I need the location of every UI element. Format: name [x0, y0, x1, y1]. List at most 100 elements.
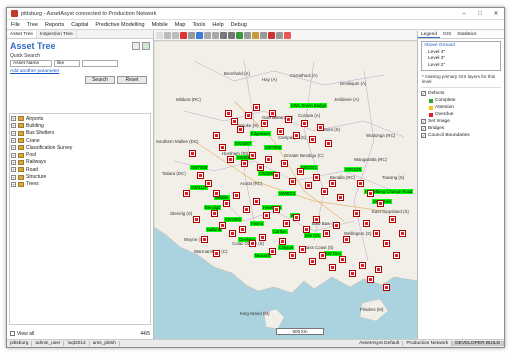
defect-marker[interactable]	[219, 222, 226, 229]
defect-marker[interactable]	[317, 124, 324, 131]
layer-council-boundaries[interactable]: ✓ Council Boundaries	[421, 132, 501, 139]
defect-marker[interactable]	[239, 226, 246, 233]
tab-inspection-tree[interactable]: Inspection Tree	[37, 31, 77, 38]
defect-marker[interactable]	[253, 198, 260, 205]
defect-marker[interactable]	[319, 252, 326, 259]
defect-marker[interactable]	[197, 172, 204, 179]
defect-marker[interactable]	[193, 216, 200, 223]
defect-marker[interactable]	[253, 104, 260, 111]
tab-gis[interactable]: GIS	[440, 31, 454, 38]
menu-help[interactable]: Help	[212, 22, 223, 28]
defect-marker[interactable]	[213, 132, 220, 139]
defect-marker[interactable]	[211, 210, 218, 217]
defect-marker[interactable]	[339, 256, 346, 263]
asset-label[interactable]: Fauna	[250, 221, 264, 226]
checkbox[interactable]: ✓	[421, 119, 426, 124]
tab-legend[interactable]: Legend	[418, 31, 441, 38]
defect-marker[interactable]	[323, 230, 330, 237]
defect-marker[interactable]	[223, 200, 230, 207]
defect-marker[interactable]	[367, 276, 374, 283]
defect-marker[interactable]	[357, 180, 364, 187]
add-parameter-link[interactable]: Add another parameter	[7, 68, 153, 75]
defect-marker[interactable]	[377, 200, 384, 207]
asset-label[interactable]: SW4087	[234, 141, 253, 146]
defect-marker[interactable]	[359, 262, 366, 269]
zoom-out-icon[interactable]	[228, 32, 235, 39]
globe-icon[interactable]	[236, 32, 243, 39]
defect-marker[interactable]	[373, 230, 380, 237]
defect-marker[interactable]	[227, 156, 234, 163]
checkbox[interactable]: ✓	[421, 91, 426, 96]
defect-marker[interactable]	[393, 252, 400, 259]
asset-label[interactable]: Carlton	[272, 229, 288, 234]
tab-statistics[interactable]: Statistics	[454, 31, 479, 38]
asset-label[interactable]: DW Crs	[304, 233, 321, 238]
defect-marker[interactable]	[231, 118, 238, 125]
zoom-in-icon[interactable]	[220, 32, 227, 39]
collapse-icon[interactable]	[132, 42, 140, 50]
pointer-icon[interactable]	[156, 32, 163, 39]
defect-marker[interactable]	[241, 160, 248, 167]
defect-marker[interactable]	[297, 168, 304, 175]
asset-label[interactable]: SW9024	[278, 191, 297, 196]
tree-item-bus-shelters[interactable]: + Bus Shelters	[11, 130, 149, 137]
defect-marker[interactable]	[219, 144, 226, 151]
layer-bridges[interactable]: ✓ Bridges	[421, 125, 501, 132]
defect-marker[interactable]	[263, 212, 270, 219]
defect-marker[interactable]	[309, 136, 316, 143]
defect-marker[interactable]	[399, 230, 406, 237]
defect-marker[interactable]	[325, 140, 332, 147]
defect-marker[interactable]	[289, 178, 296, 185]
tree-item-airports[interactable]: + Airports	[11, 115, 149, 122]
asset-label[interactable]: SW1 Green Badge	[290, 103, 328, 108]
defect-marker[interactable]	[375, 266, 382, 273]
asset-label[interactable]: Edgeware	[250, 131, 271, 136]
defect-marker[interactable]	[237, 126, 244, 133]
defect-marker[interactable]	[313, 174, 320, 181]
operator-select[interactable]: like	[54, 60, 80, 67]
defect-marker[interactable]	[367, 190, 374, 197]
checkbox[interactable]: ✓	[421, 126, 426, 131]
defect-marker[interactable]	[303, 226, 310, 233]
measure-icon[interactable]	[212, 32, 219, 39]
level-item[interactable]: Level 2"	[424, 63, 498, 70]
defect-marker[interactable]	[225, 110, 232, 117]
map-canvas[interactable]: Bremhold (A) Hay (A) Carrathool (A) Deni…	[154, 41, 417, 339]
tree-item-crane[interactable]: + Crane	[11, 137, 149, 144]
menu-tree[interactable]: Tree	[27, 22, 38, 28]
defect-marker[interactable]	[233, 192, 240, 199]
layer-set-image[interactable]: ✓ Set Image	[421, 118, 501, 125]
checkbox[interactable]: ✓	[421, 133, 426, 138]
asset-label[interactable]: SW7006	[264, 145, 283, 150]
tree-item-trees[interactable]: + Trees	[11, 181, 149, 188]
defect-marker[interactable]	[249, 152, 256, 159]
select-icon[interactable]	[204, 32, 211, 39]
defect-marker[interactable]	[349, 270, 356, 277]
layer-defects[interactable]: ✓ Defects	[421, 90, 501, 97]
field-select[interactable]: Asset Name	[10, 60, 52, 67]
defect-marker[interactable]	[249, 240, 256, 247]
defect-marker[interactable]	[389, 216, 396, 223]
view-all-toggle[interactable]: View all	[10, 331, 34, 337]
maximize-icon[interactable]: □	[472, 11, 488, 17]
minimize-icon[interactable]: –	[456, 11, 472, 17]
alert-icon[interactable]	[284, 32, 291, 39]
defect-marker[interactable]	[333, 222, 340, 229]
level-list[interactable]: Above Ground Level 4" Level 3" Level 2"	[421, 41, 501, 71]
defect-marker[interactable]	[277, 128, 284, 135]
defect-marker[interactable]	[283, 220, 290, 227]
tree-item-building[interactable]: + Building	[11, 122, 149, 129]
defect-marker[interactable]	[269, 110, 276, 117]
defect-marker[interactable]	[313, 216, 320, 223]
asset-label[interactable]: SW Drm	[324, 251, 342, 256]
search-button[interactable]: Search	[85, 76, 115, 84]
defect-marker[interactable]	[343, 236, 350, 243]
menu-file[interactable]: File	[11, 22, 20, 28]
defect-marker[interactable]	[183, 190, 190, 197]
defect-marker[interactable]	[273, 206, 280, 213]
tree-item-pool[interactable]: + Pool	[11, 151, 149, 158]
pan-icon[interactable]	[188, 32, 195, 39]
back-icon[interactable]	[164, 32, 171, 39]
asset-label[interactable]: SW1025	[344, 167, 363, 172]
defect-marker[interactable]	[261, 120, 268, 127]
